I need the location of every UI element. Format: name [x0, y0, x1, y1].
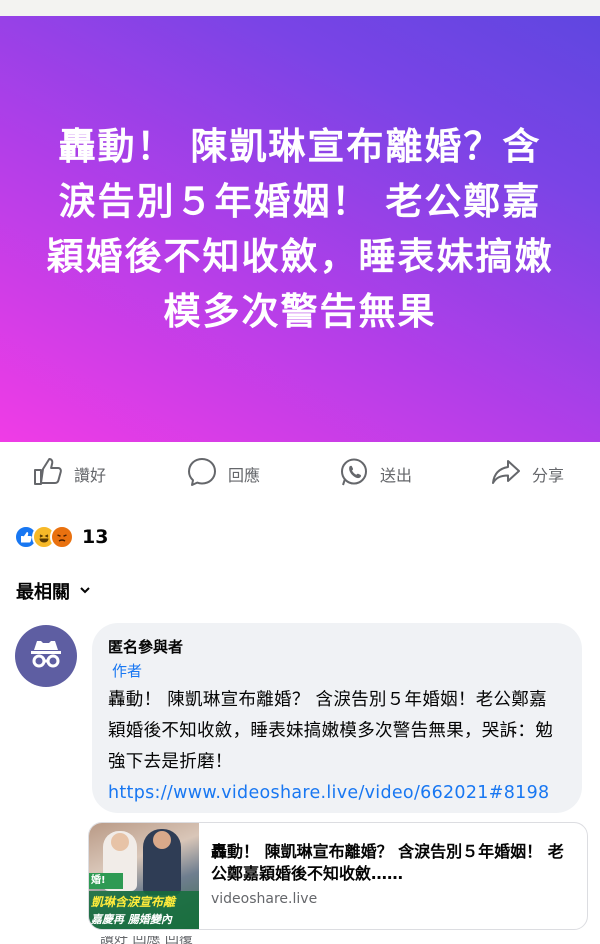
thumb-tag: 婚! [89, 873, 123, 889]
like-label: 讚好 [74, 466, 107, 485]
whatsapp-icon [338, 456, 370, 492]
post-hero-card: 轟動！ 陳凱琳宣布離婚？含淚告別５年婚姻！ 老公鄭嘉穎婚後不知收斂，睡表妹搞嫩模… [0, 16, 600, 442]
post-actions-bar: 讚好 回應 送出 分享 [0, 452, 600, 496]
comment-body: 轟動！ 陳凱琳宣布離婚？ 含淚告別５年婚姻！老公鄭嘉穎婚後不知收斂，睡表妹搞嫩模… [108, 690, 553, 772]
comment-button[interactable]: 回應 [186, 458, 260, 490]
link-card-body: 轟動！ 陳凱琳宣布離婚？ 含淚告別５年婚姻！ 老公鄭嘉穎婚後不知收斂…… vid… [199, 823, 587, 929]
link-card-title: 轟動！ 陳凱琳宣布離婚？ 含淚告別５年婚姻！ 老公鄭嘉穎婚後不知收斂…… [211, 842, 564, 883]
sort-label: 最相關 [16, 582, 70, 603]
link-thumbnail: 婚! 凱琳含淚宣布離 嘉慶再 腸婚變內 [89, 823, 199, 929]
share-label: 分享 [532, 466, 565, 485]
comment-link[interactable]: https://www.videoshare.live/video/662021… [108, 783, 549, 803]
angry-icon [50, 525, 74, 549]
send-button[interactable]: 送出 [338, 458, 412, 490]
link-card-domain: videoshare.live [211, 891, 318, 907]
share-arrow-icon [490, 456, 522, 492]
post-hero-text: 轟動！ 陳凱琳宣布離婚？含淚告別５年婚姻！ 老公鄭嘉穎婚後不知收斂，睡表妹搞嫩模… [46, 125, 554, 333]
comment-sort-dropdown[interactable]: 最相關 [16, 578, 92, 604]
thumb-caption-line1: 凱琳含淚宣布離 [91, 895, 176, 909]
link-preview-card[interactable]: 婚! 凱琳含淚宣布離 嘉慶再 腸婚變內 轟動！ 陳凱琳宣布離婚？ 含淚告別５年婚… [88, 822, 588, 930]
thumb-face-bride [111, 833, 129, 851]
author-badge: 作者 [112, 662, 143, 680]
comment-footer-actions: 讚好 回應 回覆 [100, 936, 280, 944]
share-button[interactable]: 分享 [490, 458, 564, 490]
send-label: 送出 [380, 466, 413, 485]
comment-footer-text: 讚好 回應 回覆 [100, 936, 193, 944]
comment-label: 回應 [228, 466, 261, 485]
chevron-down-icon [78, 582, 92, 601]
comment-text: 轟動！ 陳凱琳宣布離婚？ 含淚告別５年婚姻！老公鄭嘉穎婚後不知收斂，睡表妹搞嫩模… [108, 685, 564, 809]
reaction-count: 13 [82, 526, 109, 548]
anonymous-incognito-icon [26, 634, 66, 678]
comment-bubble-icon [186, 456, 218, 492]
comment-author[interactable]: 匿名參與者 [108, 637, 564, 657]
like-button[interactable]: 讚好 [32, 458, 106, 490]
top-strip [0, 0, 600, 16]
avatar[interactable] [15, 625, 77, 687]
thumbs-up-icon [32, 456, 64, 492]
comment-bubble: 匿名參與者 作者 轟動！ 陳凱琳宣布離婚？ 含淚告別５年婚姻！老公鄭嘉穎婚後不知… [92, 623, 582, 813]
thumb-face-groom [153, 831, 171, 849]
reactions-summary[interactable]: 13 [14, 524, 108, 550]
thumb-caption-line2: 嘉慶再 腸婚變內 [91, 913, 172, 926]
